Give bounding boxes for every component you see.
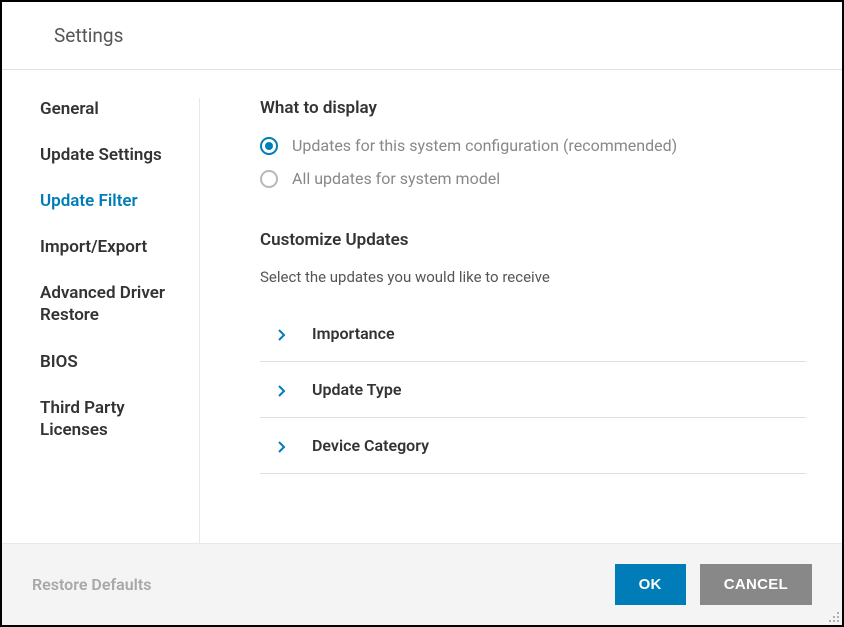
chevron-right-icon	[276, 441, 286, 451]
accordion-label: Importance	[312, 324, 395, 343]
restore-defaults-link[interactable]: Restore Defaults	[32, 575, 151, 594]
sidebar-item-third-party-licenses[interactable]: Third Party Licenses	[40, 397, 189, 441]
accordion-item-importance[interactable]: Importance	[260, 306, 806, 362]
accordion-label: Update Type	[312, 380, 401, 399]
accordion-label: Device Category	[312, 436, 429, 455]
customize-subtext: Select the updates you would like to rec…	[260, 268, 806, 286]
radio-icon	[260, 170, 278, 188]
page-title: Settings	[54, 24, 812, 47]
radio-option-all-updates[interactable]: All updates for system model	[260, 169, 806, 188]
radio-option-recommended[interactable]: Updates for this system configuration (r…	[260, 136, 806, 155]
main-panel: What to display Updates for this system …	[200, 98, 842, 543]
sidebar-item-advanced-driver-restore[interactable]: Advanced Driver Restore	[40, 282, 189, 326]
sidebar: General Update Settings Update Filter Im…	[2, 98, 200, 543]
radio-label: All updates for system model	[292, 169, 500, 188]
accordion-item-device-category[interactable]: Device Category	[260, 418, 806, 474]
sidebar-item-general[interactable]: General	[40, 98, 189, 120]
what-to-display-heading: What to display	[260, 98, 806, 118]
footer: Restore Defaults OK CANCEL	[2, 543, 842, 625]
customize-accordion: Importance Update Type Device Category	[260, 306, 806, 474]
what-to-display-radio-group: Updates for this system configuration (r…	[260, 136, 806, 188]
chevron-right-icon	[276, 329, 286, 339]
sidebar-item-bios[interactable]: BIOS	[40, 351, 189, 373]
sidebar-item-update-settings[interactable]: Update Settings	[40, 144, 189, 166]
resize-grip-icon[interactable]	[828, 611, 840, 623]
ok-button[interactable]: OK	[615, 564, 686, 605]
customize-heading: Customize Updates	[260, 230, 806, 250]
radio-label: Updates for this system configuration (r…	[292, 136, 677, 155]
radio-icon	[260, 137, 278, 155]
sidebar-item-import-export[interactable]: Import/Export	[40, 236, 189, 258]
content: General Update Settings Update Filter Im…	[2, 70, 842, 543]
header: Settings	[2, 2, 842, 70]
chevron-right-icon	[276, 385, 286, 395]
footer-buttons: OK CANCEL	[615, 564, 812, 605]
accordion-item-update-type[interactable]: Update Type	[260, 362, 806, 418]
sidebar-item-update-filter[interactable]: Update Filter	[40, 190, 189, 212]
cancel-button[interactable]: CANCEL	[700, 564, 812, 605]
